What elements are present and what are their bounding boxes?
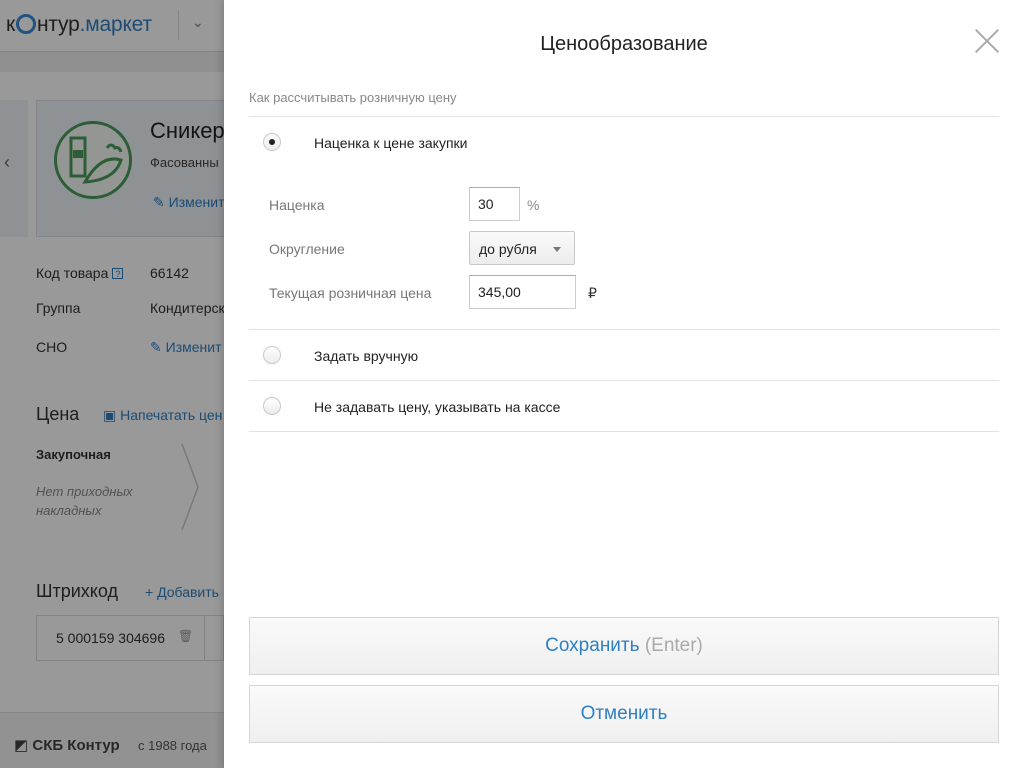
radio-manual[interactable] [263, 346, 281, 364]
cancel-button-label: Отменить [580, 703, 668, 724]
markup-unit: % [527, 197, 540, 213]
divider [249, 329, 999, 330]
currency-unit: ₽ [588, 285, 597, 301]
divider [249, 116, 999, 117]
divider [249, 380, 999, 381]
save-button[interactable]: Сохранить (Enter) [249, 617, 999, 675]
close-icon[interactable] [974, 28, 1000, 54]
divider [249, 431, 999, 432]
pricing-modal: Ценообразование Как рассчитывать розничн… [224, 0, 1024, 768]
radio-markup-label[interactable]: Наценка к цене закупки [314, 135, 467, 151]
radio-at-checkout-label[interactable]: Не задавать цену, указывать на кассе [314, 399, 560, 415]
cancel-button[interactable]: Отменить [249, 685, 999, 743]
radio-at-checkout[interactable] [263, 397, 281, 415]
rounding-label: Округление [269, 241, 345, 257]
save-button-hint: (Enter) [644, 635, 703, 656]
pricing-question: Как рассчитывать розничную цену [249, 90, 457, 105]
markup-input[interactable] [469, 187, 520, 221]
modal-title: Ценообразование [540, 33, 708, 55]
radio-manual-label[interactable]: Задать вручную [314, 348, 418, 364]
rounding-select-value: до рубля [479, 241, 537, 257]
radio-markup[interactable] [263, 133, 281, 151]
current-price-label: Текущая розничная цена [269, 285, 432, 301]
chevron-down-icon [553, 247, 561, 252]
rounding-select[interactable]: до рубля [469, 231, 575, 265]
markup-label: Наценка [269, 197, 325, 213]
save-button-label: Сохранить [545, 635, 640, 656]
current-price-input[interactable] [469, 275, 576, 309]
